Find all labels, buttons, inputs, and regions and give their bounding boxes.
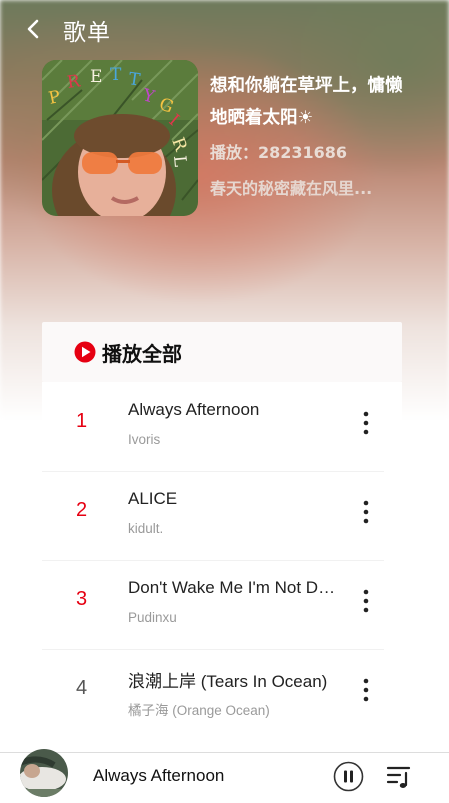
song-row[interactable]: 4 浪潮上岸 (Tears In Ocean) 橘子海 (Orange Ocea… <box>42 649 402 738</box>
song-index: 4 <box>76 677 88 699</box>
play-count: 播放：28231686 <box>210 143 348 162</box>
song-index: 3 <box>76 588 88 610</box>
playlist-queue-icon[interactable] <box>385 763 413 791</box>
mini-cover-art <box>20 749 68 797</box>
playlist-title: 想和你躺在草坪上，慵懒地晒着太阳☀ <box>210 76 403 128</box>
chevron-left-icon[interactable] <box>20 15 46 43</box>
cover-letter-l: L <box>169 155 190 168</box>
more-vertical-icon[interactable] <box>352 587 380 617</box>
more-vertical-icon[interactable] <box>352 676 380 706</box>
song-index: 1 <box>76 410 88 432</box>
cover-letter-e: E <box>90 67 102 87</box>
song-row[interactable]: 1 Always Afternoon Ivoris <box>42 382 402 471</box>
mini-player[interactable]: Always Afternoon <box>0 749 449 803</box>
song-artist: Ivoris <box>128 432 161 447</box>
song-title: 浪潮上岸 (Tears In Ocean) <box>128 672 328 691</box>
song-artist: kidult. <box>128 521 164 536</box>
song-index: 2 <box>76 499 88 521</box>
playlist-info: 想和你躺在草坪上，慵懒地晒着太阳☀ 播放：28231686 春天的秘密藏在风里.… <box>210 70 410 201</box>
cover-letter-t1: T <box>110 65 122 85</box>
song-artist: Pudinxu <box>128 610 177 625</box>
playlist-description[interactable]: 春天的秘密藏在风里... <box>210 177 392 201</box>
song-title: Always Afternoon <box>128 400 260 419</box>
song-title: ALICE <box>128 489 178 508</box>
playlist-cover[interactable]: P R E T T Y G I R L <box>42 60 198 216</box>
page-title: 歌单 <box>63 20 111 46</box>
play-all-label: 播放全部 <box>102 341 182 366</box>
play-all-button[interactable]: 播放全部 <box>42 322 402 382</box>
mini-player-cover[interactable] <box>20 749 68 797</box>
now-playing-title: Always Afternoon <box>93 766 225 785</box>
more-vertical-icon[interactable] <box>352 498 380 528</box>
top-bar: 歌单 <box>0 0 449 58</box>
song-list: 1 Always Afternoon Ivoris 2 ALICE kidult… <box>42 382 402 738</box>
song-row[interactable]: 2 ALICE kidult. <box>42 471 402 560</box>
song-artist: 橘子海 (Orange Ocean) <box>128 703 270 718</box>
pause-icon[interactable] <box>333 761 364 792</box>
more-vertical-icon[interactable] <box>352 409 380 439</box>
song-title: Don't Wake Me I'm Not Dreaming <box>128 578 336 597</box>
playlist-cover-art: P R E T T Y G I R L <box>42 60 198 216</box>
song-row[interactable]: 3 Don't Wake Me I'm Not Dreaming Pudinxu <box>42 560 402 649</box>
play-circle-icon <box>74 341 96 363</box>
